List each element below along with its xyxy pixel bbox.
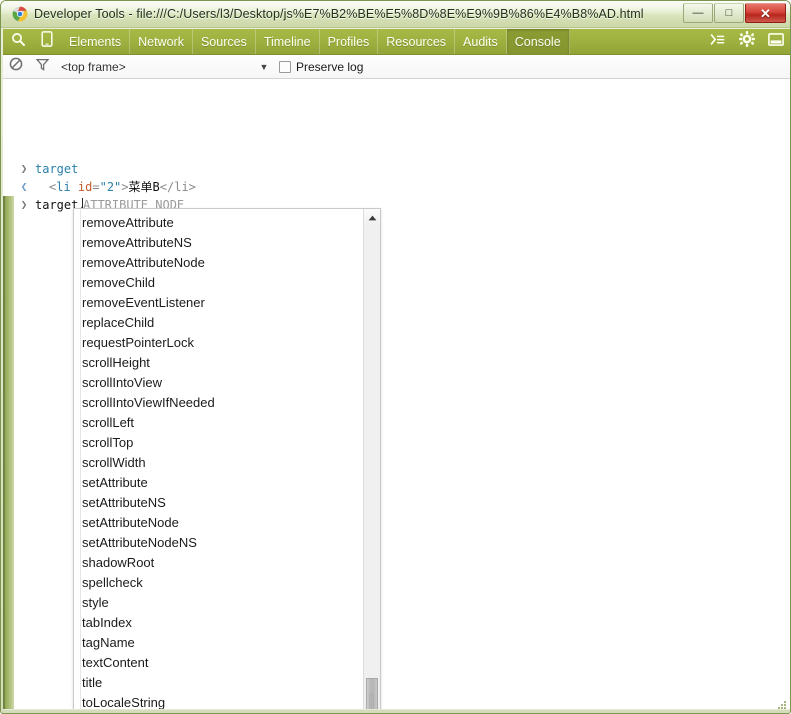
html-close-bracket: >: [121, 180, 129, 194]
filter-button[interactable]: [29, 55, 55, 79]
console-result-value[interactable]: <li id="2">菜单B</li>: [49, 178, 196, 196]
html-closing-tag: </li>: [159, 180, 196, 194]
console-active-prompt-glyph: ❯: [20, 198, 28, 211]
maximize-button[interactable]: □: [714, 3, 744, 23]
list-item[interactable]: textContent: [74, 653, 362, 673]
list-item[interactable]: scrollLeft: [74, 413, 362, 433]
preserve-log-label: Preserve log: [296, 60, 364, 74]
maximize-icon: □: [725, 6, 733, 19]
tab-audits-label: Audits: [463, 34, 498, 49]
filter-funnel-icon: [35, 58, 49, 76]
preserve-log-control[interactable]: Preserve log: [279, 55, 363, 79]
tab-elements-label: Elements: [69, 34, 122, 49]
list-item[interactable]: setAttributeNode: [74, 513, 362, 533]
close-button[interactable]: ✕: [745, 3, 786, 23]
devtools-window: Developer Tools - file:///C:/Users/l3/De…: [0, 0, 791, 714]
window-titlebar[interactable]: Developer Tools - file:///C:/Users/l3/De…: [1, 1, 790, 28]
tab-network[interactable]: Network: [130, 29, 193, 54]
tab-timeline[interactable]: Timeline: [256, 29, 320, 54]
window-resize-grip[interactable]: [777, 700, 787, 710]
minimize-button[interactable]: —: [683, 3, 713, 23]
tab-console[interactable]: Console: [506, 29, 570, 54]
chevron-up-icon: [368, 215, 376, 220]
preserve-log-checkbox[interactable]: [279, 61, 291, 73]
toolbar-right-group: [703, 29, 790, 54]
autocomplete-popup[interactable]: removeAttribute removeAttributeNS remove…: [73, 208, 381, 709]
console-prompt-glyph: ❯: [20, 162, 28, 175]
list-item[interactable]: style: [74, 593, 362, 613]
minimize-icon: —: [692, 6, 704, 19]
list-item[interactable]: scrollTop: [74, 433, 362, 453]
tab-audits[interactable]: Audits: [455, 29, 507, 54]
console-message-area[interactable]: ❯ target ❮ <li id="2">菜单B</li> ❯ target.…: [3, 79, 790, 709]
console-left-rail-edge: [3, 196, 5, 709]
tab-profiles[interactable]: Profiles: [320, 29, 379, 54]
console-drawer-icon: [710, 33, 725, 51]
list-item[interactable]: toLocaleString: [74, 693, 362, 709]
tab-console-label: Console: [514, 34, 561, 49]
inspect-element-button[interactable]: [3, 29, 32, 54]
clear-console-no-entry-icon: [9, 57, 23, 76]
html-attr-name: id: [77, 180, 93, 194]
tab-elements[interactable]: Elements: [61, 29, 131, 54]
list-item[interactable]: tabIndex: [74, 613, 362, 633]
clear-console-button[interactable]: [3, 55, 29, 79]
list-item[interactable]: replaceChild: [74, 313, 362, 333]
html-attr-value: "2": [99, 180, 122, 194]
list-item[interactable]: removeEventListener: [74, 293, 362, 313]
execution-context-selector[interactable]: <top frame>: [61, 60, 261, 74]
autocomplete-list[interactable]: removeAttribute removeAttributeNS remove…: [74, 213, 362, 709]
tab-network-label: Network: [138, 34, 184, 49]
toggle-device-mode-button[interactable]: [32, 29, 61, 54]
tab-timeline-label: Timeline: [263, 34, 311, 49]
chrome-logo-icon: [12, 6, 28, 22]
list-item[interactable]: setAttributeNS: [74, 493, 362, 513]
tab-sources[interactable]: Sources: [193, 29, 256, 54]
html-attr-equals: =: [92, 180, 100, 194]
dock-window-icon: [767, 32, 784, 51]
list-item[interactable]: scrollIntoView: [74, 373, 362, 393]
list-item[interactable]: setAttributeNodeNS: [74, 533, 362, 553]
console-result-glyph: ❮: [20, 180, 28, 193]
scroll-up-arrow-button[interactable]: [364, 209, 380, 226]
list-item[interactable]: scrollIntoViewIfNeeded: [74, 393, 362, 413]
list-item[interactable]: setAttribute: [74, 473, 362, 493]
chevron-down-icon[interactable]: ▼: [257, 55, 271, 79]
devtools-toolbar: Elements Network Sources Timeline Profil…: [3, 29, 790, 55]
list-item[interactable]: removeAttributeNode: [74, 253, 362, 273]
show-drawer-button[interactable]: [703, 29, 732, 54]
list-item[interactable]: spellcheck: [74, 573, 362, 593]
html-space: [71, 180, 78, 194]
mobile-device-icon: [40, 31, 53, 52]
list-item[interactable]: removeChild: [74, 273, 362, 293]
list-item[interactable]: tagName: [74, 633, 362, 653]
window-title: Developer Tools - file:///C:/Users/l3/De…: [34, 7, 644, 21]
gear-icon: [738, 31, 755, 52]
search-icon: [11, 32, 25, 51]
close-icon: ✕: [760, 5, 771, 21]
html-inner-text: 菜单B: [128, 180, 160, 194]
tab-resources-label: Resources: [386, 34, 447, 49]
tab-resources[interactable]: Resources: [378, 29, 456, 54]
list-item[interactable]: shadowRoot: [74, 553, 362, 573]
list-item[interactable]: removeAttribute: [74, 213, 362, 233]
tab-sources-label: Sources: [200, 34, 247, 49]
scrollbar-thumb[interactable]: [366, 678, 378, 709]
settings-button[interactable]: [732, 29, 761, 54]
autocomplete-scrollbar[interactable]: [363, 209, 380, 709]
scrollbar-thumb-grip: [369, 692, 375, 709]
list-item[interactable]: scrollWidth: [74, 453, 362, 473]
html-tag-name: li: [56, 180, 71, 194]
tab-profiles-label: Profiles: [327, 34, 370, 49]
list-item[interactable]: requestPointerLock: [74, 333, 362, 353]
list-item[interactable]: title: [74, 673, 362, 693]
console-filter-bar: <top frame> ▼ Preserve log: [3, 55, 790, 79]
list-item[interactable]: scrollHeight: [74, 353, 362, 373]
dock-side-button[interactable]: [761, 29, 790, 54]
list-item[interactable]: removeAttributeNS: [74, 233, 362, 253]
window-bottom-bevel: [3, 709, 790, 711]
execution-context-value: <top frame>: [61, 59, 126, 74]
console-input-expression[interactable]: target: [35, 160, 78, 178]
